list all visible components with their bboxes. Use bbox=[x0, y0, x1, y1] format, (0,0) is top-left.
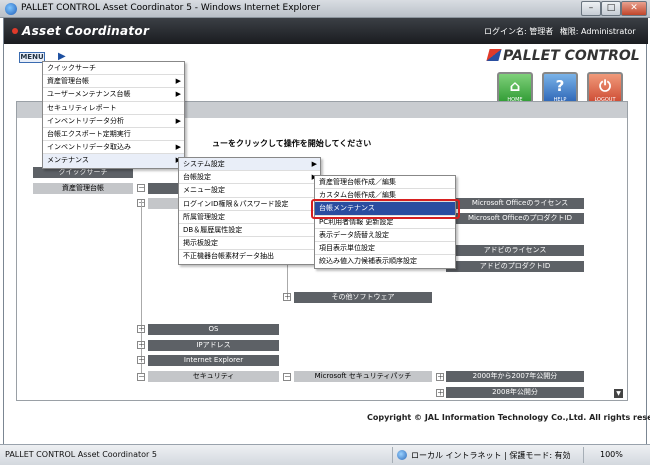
app-logo-text: Asset Coordinator bbox=[22, 24, 150, 38]
menu-item-label: インベントリデータ取込み bbox=[47, 143, 131, 152]
internet-explorer-icon bbox=[5, 3, 17, 15]
tree-toggle[interactable]: － bbox=[283, 373, 291, 381]
tree-adobe-license[interactable]: アドビのライセンス bbox=[446, 245, 584, 256]
menu-item-asset-ledger[interactable]: 資産管理台帳 ▶ bbox=[43, 75, 184, 89]
menu-item-label: 掲示板設定 bbox=[183, 239, 218, 248]
menu-item-label: ユーザーメンテナンス台帳 bbox=[47, 90, 131, 99]
menu-item-label: 台帳設定 bbox=[183, 173, 211, 182]
tree-toggle[interactable]: ＋ bbox=[137, 325, 145, 333]
main-menu: クイックサーチ 資産管理台帳 ▶ ユーザーメンテナンス台帳 ▶ セキュリティレポート… bbox=[42, 61, 185, 169]
menu-item-label: システム設定 bbox=[183, 160, 225, 168]
submenu-arrow-icon: ▶ bbox=[175, 77, 181, 86]
tree-toggle[interactable]: ＋ bbox=[137, 341, 145, 349]
maintenance-submenu: システム設定 ▶ 台帳設定▶ メニュー設定 ログインID権限＆パスワード設定 所属… bbox=[178, 157, 321, 265]
menu-item-label: 資産管理台帳 bbox=[47, 77, 89, 86]
menu-item-bulletin-settings[interactable]: 掲示板設定 bbox=[179, 237, 320, 251]
menu-item-asset-ledger-edit[interactable]: 資産管理台帳作成／編集 bbox=[315, 176, 455, 190]
status-divider bbox=[583, 447, 584, 463]
system-settings-submenu: 資産管理台帳作成／編集 カスタム台帳作成／編集 台帳メンテナンス PC利用者情報… bbox=[314, 175, 456, 270]
app-logo: Asset Coordinator bbox=[12, 24, 149, 38]
security-zone-text[interactable]: ローカル イントラネット | 保護モード: 有効 bbox=[411, 450, 571, 461]
highlight-callout bbox=[311, 199, 460, 219]
tree-asset-ledger[interactable]: 資産管理台帳 bbox=[33, 183, 133, 194]
menu-item-display-unit-settings[interactable]: 項目表示単位設定 bbox=[315, 242, 455, 256]
tree-node[interactable] bbox=[148, 198, 178, 209]
instruction-text: ューをクリックして操作を開始してください bbox=[212, 139, 372, 148]
tree-other-software[interactable]: その他ソフトウェア bbox=[294, 292, 432, 303]
tree-ms-office-product-id[interactable]: Microsoft OfficeのプロダクトID bbox=[456, 213, 584, 224]
menu-item-filter-order-settings[interactable]: 絞込み値入力候補表示順序設定 bbox=[315, 255, 455, 268]
close-button[interactable]: ✕ bbox=[621, 1, 647, 16]
home-icon: ⌂ bbox=[509, 77, 521, 95]
status-bar: PALLET CONTROL Asset Coordinator 5 ローカル … bbox=[0, 444, 650, 465]
tree-toggle[interactable]: ＋ bbox=[436, 389, 444, 397]
menu-item-inventory-import[interactable]: インベントリデータ取込み ▶ bbox=[43, 141, 184, 155]
menu-item-department-settings[interactable]: 所属管理設定 bbox=[179, 211, 320, 224]
submenu-arrow-icon: ▶ bbox=[311, 160, 317, 168]
menu-item-ledger-settings[interactable]: 台帳設定▶ bbox=[179, 171, 320, 185]
brand-mark-icon bbox=[486, 49, 502, 61]
copyright-text: Copyright © JAL Information Technology C… bbox=[367, 413, 650, 422]
menu-item-inventory-analysis[interactable]: インベントリデータ分析 ▶ bbox=[43, 115, 184, 128]
tree-adobe-product-id[interactable]: アドビのプロダクトID bbox=[446, 261, 584, 272]
menu-item-security-report[interactable]: セキュリティレポート bbox=[43, 102, 184, 115]
tree-ms-office-license[interactable]: Microsoft Officeのライセンス bbox=[456, 198, 584, 209]
minimize-button[interactable]: – bbox=[581, 1, 601, 16]
login-info: ログイン名: 管理者 権限: Administrator bbox=[484, 26, 640, 37]
scroll-down-icon[interactable]: ▼ bbox=[614, 389, 623, 398]
menu-item-label: メンテナンス bbox=[47, 156, 89, 165]
user-rights: 権限: Administrator bbox=[559, 27, 636, 36]
login-name: ログイン名: 管理者 bbox=[484, 27, 554, 36]
menu-item-user-maintenance-ledger[interactable]: ユーザーメンテナンス台帳 ▶ bbox=[43, 88, 184, 102]
window-titlebar: PALLET CONTROL Asset Coordinator 5 - Win… bbox=[0, 0, 650, 18]
menu-item-label: インベントリデータ分析 bbox=[47, 116, 124, 125]
window-title: PALLET CONTROL Asset Coordinator 5 - Win… bbox=[21, 3, 321, 13]
menu-item-quick-search[interactable]: クイックサーチ bbox=[43, 62, 184, 76]
menu-item-menu-settings[interactable]: メニュー設定 bbox=[179, 184, 320, 198]
maximize-button[interactable]: □ bbox=[601, 1, 621, 16]
menu-item-login-id-settings[interactable]: ログインID権限＆パスワード設定 bbox=[179, 198, 320, 211]
submenu-arrow-icon: ▶ bbox=[175, 143, 181, 152]
brand-text: PALLET CONTROL bbox=[503, 48, 640, 64]
status-text: PALLET CONTROL Asset Coordinator 5 bbox=[5, 450, 157, 459]
menu-item-db-history-settings[interactable]: DB＆履歴属性設定 bbox=[179, 224, 320, 238]
menu-item-system-settings[interactable]: システム設定 ▶ bbox=[179, 158, 320, 172]
tree-toggle[interactable]: － bbox=[137, 373, 145, 381]
help-icon: ? bbox=[555, 77, 565, 95]
menu-item-label: クイックサーチ bbox=[47, 64, 96, 72]
tree-toggle[interactable]: ＋ bbox=[283, 293, 291, 301]
submenu-arrow-icon: ▶ bbox=[175, 116, 181, 125]
tree-os[interactable]: OS bbox=[148, 324, 279, 335]
tree-toggle[interactable]: ＋ bbox=[436, 373, 444, 381]
menu-item-unauthorized-device-extract[interactable]: 不正機器台帳素材データ抽出 bbox=[179, 250, 320, 263]
tree-ip-address[interactable]: IPアドレス bbox=[148, 340, 279, 351]
status-divider bbox=[392, 447, 393, 463]
intranet-zone-icon bbox=[397, 450, 407, 460]
menu-item-label: セキュリティレポート bbox=[47, 103, 117, 112]
menu-item-label: 不正機器台帳素材データ抽出 bbox=[183, 252, 274, 261]
zoom-level[interactable]: 100% bbox=[600, 450, 623, 459]
tree-patch-2008[interactable]: 2008年公開分 bbox=[446, 387, 584, 398]
logout-icon: ⏻ bbox=[599, 77, 611, 95]
tree-security[interactable]: セキュリティ bbox=[148, 371, 279, 382]
menu-item-label: ログインID権限＆パスワード設定 bbox=[183, 199, 289, 208]
menu-item-label: メニュー設定 bbox=[183, 186, 225, 195]
logo-dot-icon bbox=[12, 28, 18, 34]
tree-ms-security-patch[interactable]: Microsoft セキュリティパッチ bbox=[294, 371, 432, 382]
menu-item-label: DB＆履歴属性設定 bbox=[183, 225, 243, 234]
tree-toggle[interactable]: ＋ bbox=[137, 356, 145, 364]
submenu-arrow-icon: ▶ bbox=[175, 90, 181, 99]
tree-internet-explorer[interactable]: Internet Explorer bbox=[148, 355, 279, 366]
brand-logo: PALLET CONTROL bbox=[486, 48, 640, 64]
menu-item-ledger-export[interactable]: 台帳エクスポート定期実行 bbox=[43, 128, 184, 142]
menu-item-label: 所属管理設定 bbox=[183, 212, 225, 221]
tree-node[interactable] bbox=[148, 183, 178, 194]
tree-quick-search[interactable]: クイックサーチ bbox=[33, 167, 133, 178]
menu-item-maintenance[interactable]: メンテナンス▶ bbox=[43, 154, 184, 168]
tree-patch-2000-2007[interactable]: 2000年から2007年公開分 bbox=[446, 371, 584, 382]
menu-item-label: 台帳エクスポート定期実行 bbox=[47, 129, 131, 138]
app-header: Asset Coordinator ログイン名: 管理者 権限: Adminis… bbox=[4, 18, 648, 44]
tree-toggle[interactable]: － bbox=[137, 184, 145, 192]
menu-item-display-data-mapping[interactable]: 表示データ読替え設定 bbox=[315, 229, 455, 242]
